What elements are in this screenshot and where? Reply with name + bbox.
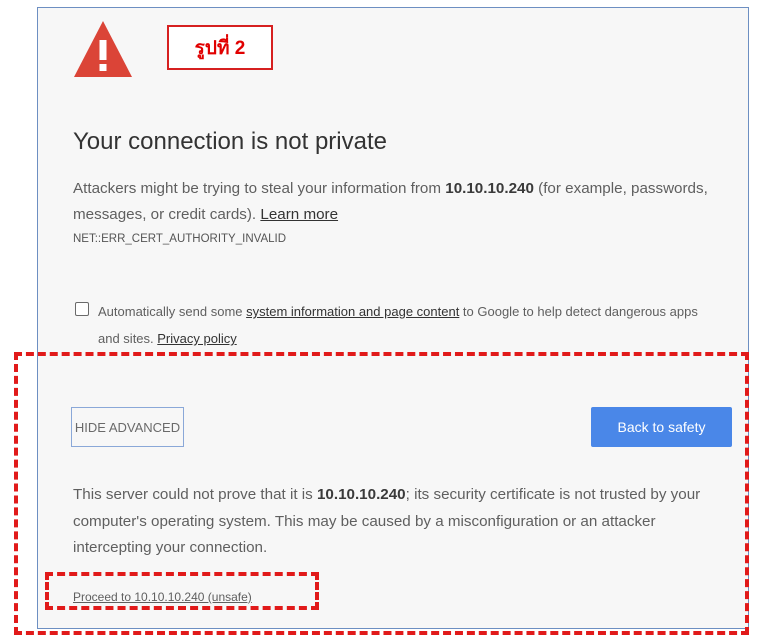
advanced-details: This server could not prove that it is 1…	[73, 482, 738, 562]
error-code: NET::ERR_CERT_AUTHORITY_INVALID	[73, 233, 287, 245]
main-description: Attackers might be trying to steal your …	[73, 176, 723, 228]
figure-label: รูปที่ 2	[167, 25, 273, 70]
description-text-before: Attackers might be trying to steal your …	[73, 180, 446, 197]
back-to-safety-button[interactable]: Back to safety	[591, 407, 732, 447]
details-text-before: This server could not prove that it is	[73, 486, 317, 503]
system-info-link[interactable]: system information and page content	[246, 304, 459, 319]
hide-advanced-button[interactable]: HIDE ADVANCED	[71, 407, 184, 447]
details-host: 10.10.10.240	[316, 486, 406, 503]
proceed-unsafe-link[interactable]: Proceed to 10.10.10.240 (unsafe)	[73, 590, 252, 604]
screenshot-stage: รูปที่ 2 Your connection is not private …	[0, 0, 760, 639]
send-info-checkbox[interactable]	[75, 302, 89, 316]
learn-more-link[interactable]: Learn more	[260, 206, 338, 223]
warning-triangle-icon	[73, 20, 133, 78]
optin-text-before: Automatically send some	[98, 304, 247, 319]
optin-text: Automatically send some system informati…	[98, 298, 708, 352]
page-title: Your connection is not private	[73, 128, 387, 155]
privacy-policy-link[interactable]: Privacy policy	[157, 331, 236, 346]
description-host: 10.10.10.240	[445, 180, 534, 197]
